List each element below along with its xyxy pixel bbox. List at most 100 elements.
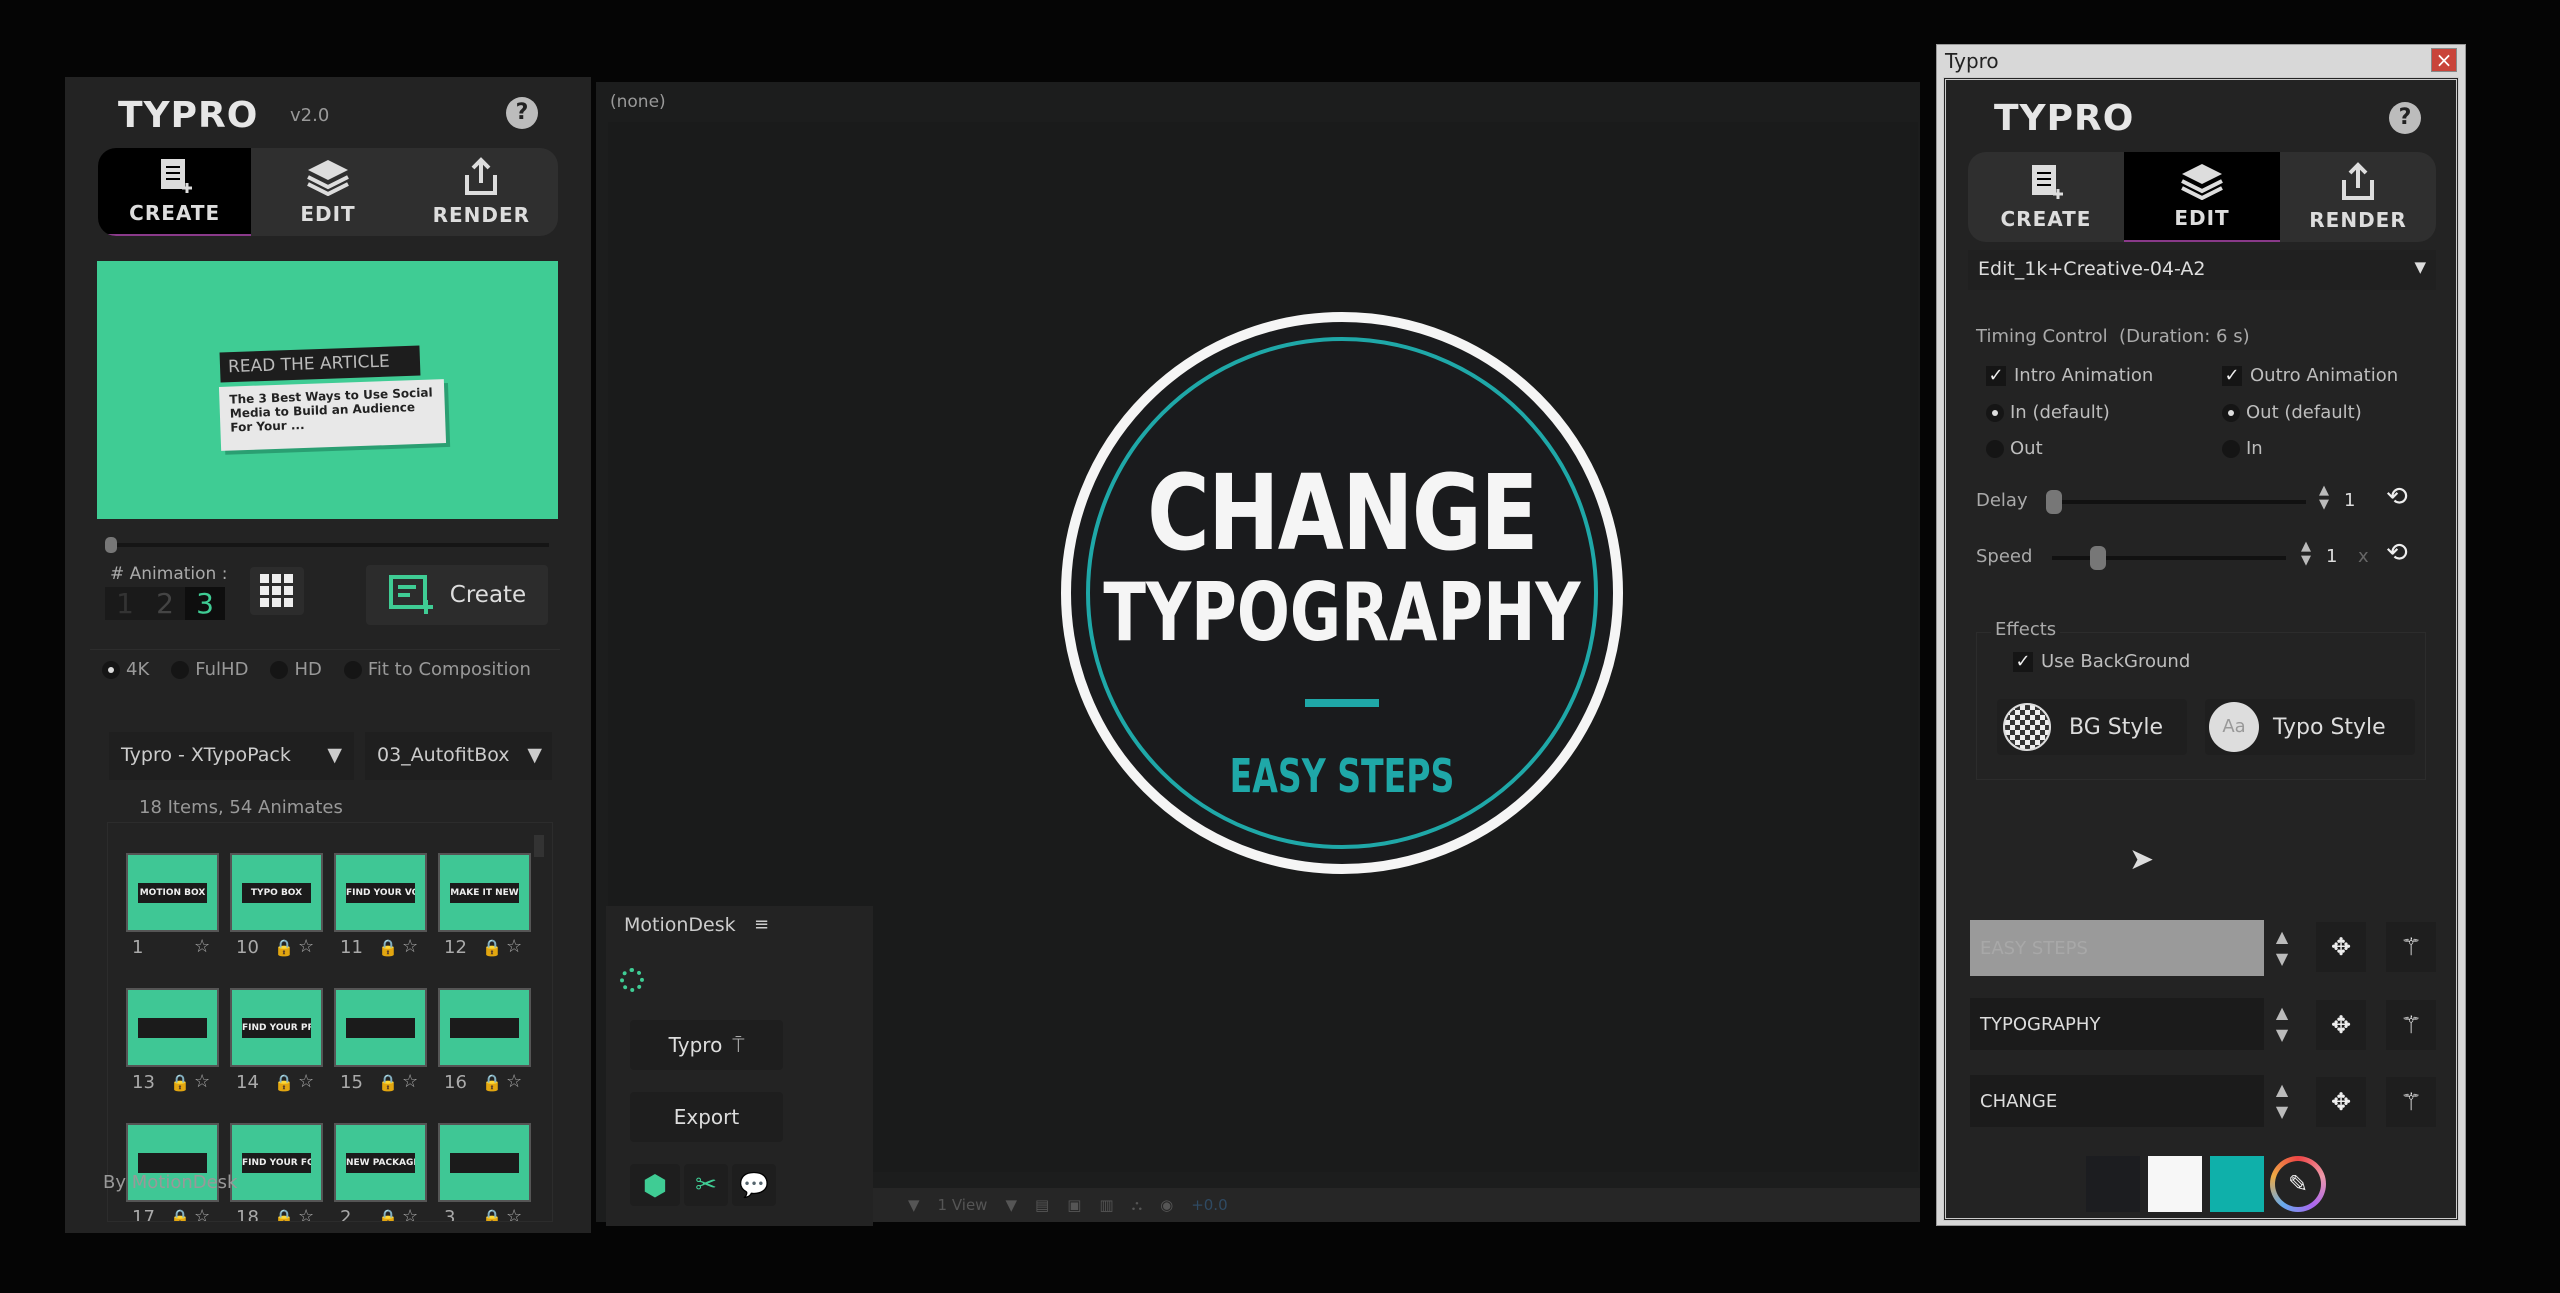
toggle-icon[interactable]: ▤ bbox=[1035, 1196, 1049, 1214]
favorite-star-icon[interactable]: ☆ bbox=[506, 1071, 522, 1092]
color-swatch-white[interactable] bbox=[2148, 1156, 2202, 1212]
tab-render[interactable]: RENDER bbox=[405, 148, 558, 236]
color-picker-icon[interactable]: ✎ bbox=[2270, 1156, 2326, 1212]
slider-handle[interactable] bbox=[2090, 546, 2106, 570]
animation-option[interactable]: 2 bbox=[145, 587, 185, 620]
template-thumbnail[interactable] bbox=[126, 988, 219, 1067]
template-thumbnail[interactable] bbox=[438, 988, 531, 1067]
intro-in-radio[interactable]: In (default) bbox=[1986, 402, 2110, 423]
chevron-down-icon[interactable]: ▼ bbox=[1005, 1196, 1017, 1214]
view-select[interactable]: 1 View bbox=[938, 1196, 988, 1214]
pack-select[interactable]: Typro - XTypoPack ▼ bbox=[109, 732, 354, 780]
favorite-star-icon[interactable]: ☆ bbox=[402, 936, 418, 957]
region-icon[interactable]: ▣ bbox=[1067, 1196, 1081, 1214]
grid-scrollbar[interactable] bbox=[534, 835, 544, 857]
animation-option[interactable]: 3 bbox=[185, 587, 225, 620]
move-icon[interactable]: ✥ bbox=[2316, 1077, 2366, 1127]
text-layer-field[interactable]: EASY STEPS bbox=[1970, 920, 2264, 976]
outro-in-radio[interactable]: In bbox=[2222, 438, 2263, 459]
typro-launch-button[interactable]: Typro ⍑ bbox=[630, 1020, 783, 1070]
layer-order-stepper[interactable]: ▲ ▼ bbox=[2272, 926, 2292, 970]
tab-create[interactable]: CREATE bbox=[98, 148, 252, 236]
favorite-star-icon[interactable]: ☆ bbox=[194, 936, 210, 957]
items-count: 18 Items, 54 Animates bbox=[139, 797, 343, 818]
timeline-icon[interactable]: ▥ bbox=[1099, 1196, 1113, 1214]
layer-order-stepper[interactable]: ▲ ▼ bbox=[2272, 1002, 2292, 1046]
resolution-hd[interactable]: HD bbox=[270, 659, 322, 680]
resolution-fullhd[interactable]: FulHD bbox=[171, 659, 248, 680]
template-thumbnail[interactable]: TYPO BOX bbox=[230, 853, 323, 932]
resolution-fit[interactable]: Fit to Composition bbox=[343, 659, 531, 680]
delay-value[interactable]: 1 bbox=[2344, 490, 2355, 511]
scrubber-handle[interactable] bbox=[105, 537, 117, 553]
template-thumbnail[interactable]: NEW PACKAGE bbox=[334, 1123, 427, 1202]
favorite-star-icon[interactable]: ☆ bbox=[506, 1206, 522, 1221]
speed-value[interactable]: 1 bbox=[2326, 546, 2337, 567]
template-thumbnail[interactable]: FIND YOUR PRODUCTIVE TIME bbox=[230, 988, 323, 1067]
reset-speed-icon[interactable]: ⟲ bbox=[2386, 538, 2408, 568]
speed-slider[interactable] bbox=[2052, 546, 2286, 570]
bg-style-button[interactable]: BG Style bbox=[1997, 699, 2187, 755]
favorite-star-icon[interactable]: ☆ bbox=[194, 1071, 210, 1092]
favorite-star-icon[interactable]: ☆ bbox=[298, 1206, 314, 1221]
template-thumbnail[interactable]: MOTION BOX bbox=[126, 853, 219, 932]
color-swatch-dark[interactable] bbox=[2086, 1156, 2140, 1212]
tab-edit[interactable]: EDIT bbox=[2124, 152, 2280, 242]
delay-slider[interactable] bbox=[2046, 490, 2306, 514]
favorite-star-icon[interactable]: ☆ bbox=[402, 1206, 418, 1221]
reset-delay-icon[interactable]: ⟲ bbox=[2386, 482, 2408, 512]
magic-wand-icon[interactable]: ⚚ bbox=[2386, 1077, 2436, 1127]
color-swatch-teal[interactable] bbox=[2210, 1156, 2264, 1212]
template-thumbnail[interactable]: FIND YOUR VOICE BRAND bbox=[334, 853, 427, 932]
create-button[interactable]: Create bbox=[366, 565, 548, 625]
window-close-button[interactable]: × bbox=[2431, 48, 2457, 72]
favorite-star-icon[interactable]: ☆ bbox=[402, 1071, 418, 1092]
speed-stepper[interactable]: ▲ ▼ bbox=[2296, 540, 2316, 568]
favorite-star-icon[interactable]: ☆ bbox=[194, 1206, 210, 1221]
intro-animation-checkbox[interactable]: ✓ Intro Animation bbox=[1986, 365, 2153, 386]
exposure-icon[interactable]: ◉ bbox=[1160, 1196, 1173, 1214]
template-thumbnail[interactable] bbox=[438, 1123, 531, 1202]
text-layer-field[interactable]: TYPOGRAPHY bbox=[1970, 998, 2264, 1050]
flowchart-icon[interactable]: ⛬ bbox=[1132, 1196, 1143, 1214]
export-button[interactable]: Export bbox=[630, 1092, 783, 1142]
animation-option[interactable]: 1 bbox=[105, 587, 145, 620]
preview-scrubber[interactable] bbox=[105, 537, 549, 553]
magic-wand-icon[interactable]: ⚚ bbox=[2386, 922, 2436, 972]
favorite-star-icon[interactable]: ☆ bbox=[298, 1071, 314, 1092]
layer-order-stepper[interactable]: ▲ ▼ bbox=[2272, 1079, 2292, 1123]
exposure-value[interactable]: +0.0 bbox=[1191, 1196, 1227, 1214]
outro-animation-checkbox[interactable]: ✓ Outro Animation bbox=[2222, 365, 2398, 386]
use-background-checkbox[interactable]: ✓ Use BackGround bbox=[2013, 651, 2190, 672]
template-thumbnail[interactable]: MAKE IT NEW bbox=[438, 853, 531, 932]
delay-stepper[interactable]: ▲ ▼ bbox=[2314, 484, 2334, 512]
move-icon[interactable]: ✥ bbox=[2316, 1000, 2366, 1050]
slider-handle[interactable] bbox=[2046, 490, 2062, 514]
category-select[interactable]: 03_AutofitBox ▼ bbox=[365, 732, 552, 780]
typo-style-button[interactable]: Aa Typo Style bbox=[2205, 699, 2415, 755]
template-thumbnail[interactable]: FIND YOUR FOCUS bbox=[230, 1123, 323, 1202]
magic-wand-icon[interactable]: ⚚ bbox=[2386, 1000, 2436, 1050]
tools-icon[interactable]: ✂ bbox=[684, 1164, 728, 1206]
composition-select[interactable]: Edit_1k+Creative-04-A2 ▼ bbox=[1968, 250, 2436, 290]
grid-view-button[interactable] bbox=[250, 567, 304, 615]
outro-out-radio[interactable]: Out (default) bbox=[2222, 402, 2362, 423]
favorite-star-icon[interactable]: ☆ bbox=[506, 936, 522, 957]
favorite-star-icon[interactable]: ☆ bbox=[298, 936, 314, 957]
move-icon[interactable]: ✥ bbox=[2316, 922, 2366, 972]
help-button[interactable]: ? bbox=[2389, 102, 2421, 134]
package-icon[interactable]: ⬢ bbox=[630, 1164, 680, 1206]
template-thumbnail[interactable] bbox=[334, 988, 427, 1067]
tab-create[interactable]: CREATE bbox=[1968, 152, 2124, 242]
chat-icon[interactable]: 💬 bbox=[732, 1164, 776, 1206]
thumbnail-label: 12 bbox=[444, 937, 467, 958]
tab-render[interactable]: RENDER bbox=[2280, 152, 2436, 242]
chevron-down-icon[interactable]: ▼ bbox=[908, 1196, 920, 1214]
help-button[interactable]: ? bbox=[506, 97, 538, 129]
resolution-4k[interactable]: 4K bbox=[102, 659, 149, 680]
text-layer-field[interactable]: CHANGE bbox=[1970, 1075, 2264, 1127]
intro-out-radio[interactable]: Out bbox=[1986, 438, 2043, 459]
tab-edit[interactable]: EDIT bbox=[251, 148, 404, 236]
thumbnail-label: 18 bbox=[236, 1207, 259, 1222]
panel-menu-icon[interactable]: ≡ bbox=[754, 914, 769, 935]
